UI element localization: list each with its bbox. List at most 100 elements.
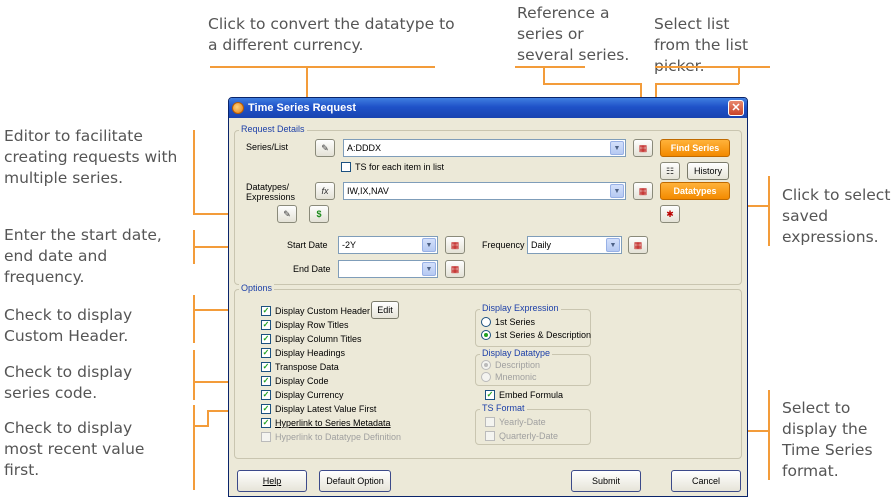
currency-button[interactable]: $ [309, 205, 329, 223]
datatype-reference-button[interactable]: ▦ [633, 182, 653, 200]
expr-1st-series-radio[interactable]: 1st Series [481, 317, 535, 327]
display-column-titles-checkbox[interactable]: ✓ Display Column Titles [261, 334, 362, 344]
radio-circle [481, 360, 491, 370]
display-row-titles-checkbox[interactable]: ✓ Display Row Titles [261, 320, 349, 330]
leader-line [193, 405, 195, 490]
chevron-down-icon[interactable]: ▼ [422, 262, 436, 276]
leader-line [543, 66, 545, 84]
datatypes-combo[interactable]: IW,IX,NAV ▼ [343, 182, 626, 200]
options-label: Options [239, 283, 275, 293]
checkbox-box[interactable]: ✓ [261, 404, 271, 414]
option-label: Embed Formula [499, 390, 564, 400]
radio-label: 1st Series [495, 317, 536, 327]
checkbox-box[interactable]: ✓ [261, 334, 271, 344]
callout-convert-currency: Click to convert the datatype to a diffe… [208, 15, 455, 54]
end-date-picker-button[interactable]: ▦ [445, 260, 465, 278]
leader-line [768, 390, 770, 480]
leader-line [655, 83, 739, 85]
chevron-down-icon[interactable]: ▼ [610, 184, 624, 198]
leader-line [515, 66, 585, 68]
time-series-dialog: Time Series Request ✕ Request Details Se… [228, 97, 748, 497]
option-label: Display Headings [275, 348, 346, 358]
frequency-value: Daily [531, 240, 552, 250]
series-editor-button[interactable]: ✎ [315, 139, 335, 157]
start-date-combo[interactable]: -2Y ▼ [338, 236, 438, 254]
radio-circle [481, 372, 491, 382]
hyperlink-series-metadata-checkbox[interactable]: ✓ Hyperlink to Series Metadata [261, 418, 391, 428]
checkbox-box[interactable]: ✓ [261, 418, 271, 428]
dialog-title: Time Series Request [248, 102, 357, 114]
default-option-button[interactable]: Default Option [319, 470, 391, 492]
datatypes-button[interactable]: Datatypes [660, 182, 730, 200]
help-button[interactable]: Help [237, 470, 307, 492]
display-headings-checkbox[interactable]: ✓ Display Headings [261, 348, 345, 358]
option-label: Yearly-Date [499, 417, 546, 427]
embed-formula-checkbox[interactable]: ✓ Embed Formula [485, 390, 563, 400]
fx-button[interactable]: fx [315, 182, 335, 200]
display-expression-label: Display Expression [480, 303, 561, 313]
callout-reference-series: Reference a series or several series. [517, 4, 630, 64]
leader-line [768, 176, 770, 246]
expr-1st-series-desc-radio[interactable]: 1st Series & Description [481, 330, 591, 340]
checkbox-box[interactable]: ✓ [261, 306, 271, 316]
checkbox-box[interactable]: ✓ [261, 362, 271, 372]
ts-each-item-checkbox[interactable]: TS for each item in list [341, 162, 444, 172]
display-code-checkbox[interactable]: ✓ Display Code [261, 376, 329, 386]
radio-circle[interactable] [481, 317, 491, 327]
checkbox-box[interactable]: ✓ [485, 390, 495, 400]
leader-line [193, 425, 207, 427]
display-custom-header-checkbox[interactable]: ✓ Display Custom Header [261, 306, 370, 316]
checkbox-box[interactable]: ✓ [261, 390, 271, 400]
checkbox-box[interactable]: ✓ [261, 376, 271, 386]
end-date-label: End Date [293, 264, 331, 274]
series-combo[interactable]: A:DDDX ▼ [343, 139, 626, 157]
chevron-down-icon[interactable]: ▼ [610, 141, 624, 155]
radio-circle[interactable] [481, 330, 491, 340]
option-label: Display Column Titles [275, 334, 362, 344]
leader-line [738, 66, 740, 84]
display-latest-value-first-checkbox[interactable]: ✓ Display Latest Value First [261, 404, 376, 414]
frequency-combo[interactable]: Daily ▼ [527, 236, 622, 254]
chevron-down-icon[interactable]: ▼ [422, 238, 436, 252]
option-label: Quarterly-Date [499, 431, 559, 441]
series-value: A:DDDX [347, 143, 382, 153]
leader-line [193, 295, 195, 343]
start-date-value: -2Y [342, 240, 357, 250]
radio-label: Description [495, 360, 541, 370]
chevron-down-icon[interactable]: ▼ [606, 238, 620, 252]
end-date-combo[interactable]: ▼ [338, 260, 438, 278]
reference-series-button[interactable]: ▦ [633, 139, 653, 157]
display-expression-group: Display Expression [475, 303, 591, 347]
transpose-data-checkbox[interactable]: ✓ Transpose Data [261, 362, 339, 372]
multi-series-editor-button[interactable]: ✎ [277, 205, 297, 223]
close-button[interactable]: ✕ [728, 100, 744, 116]
leader-line [543, 83, 641, 85]
checkbox-box[interactable] [341, 162, 351, 172]
hyperlink-datatype-definition-checkbox: Hyperlink to Datatype Definition [261, 432, 401, 442]
dt-mnemonic-radio: Mnemonic [481, 372, 537, 382]
checkbox-box[interactable]: ✓ [261, 320, 271, 330]
frequency-label: Frequency [482, 240, 525, 250]
callout-editor-multiple: Editor to facilitate creating requests w… [4, 127, 178, 187]
submit-button[interactable]: Submit [571, 470, 641, 492]
request-details-label: Request Details [239, 124, 307, 134]
history-button[interactable]: History [687, 162, 729, 180]
callout-custom-header: Check to display Custom Header. [4, 306, 133, 345]
display-currency-checkbox[interactable]: ✓ Display Currency [261, 390, 344, 400]
callout-series-code: Check to display series code. [4, 363, 133, 402]
option-label: Display Code [275, 376, 329, 386]
find-series-button[interactable]: Find Series [660, 139, 730, 157]
start-date-picker-button[interactable]: ▦ [445, 236, 465, 254]
option-label: Hyperlink to Datatype Definition [275, 432, 402, 442]
frequency-picker-button[interactable]: ▦ [628, 236, 648, 254]
checkbox-box[interactable]: ✓ [261, 348, 271, 358]
radio-label: 1st Series & Description [495, 330, 592, 340]
leader-line [193, 350, 195, 400]
list-picker-button[interactable]: ☷ [660, 162, 680, 180]
cancel-button[interactable]: Cancel [671, 470, 741, 492]
edit-header-button[interactable]: Edit [371, 301, 399, 319]
datatypes-value: IW,IX,NAV [347, 186, 389, 196]
saved-expressions-button[interactable]: ✱ [660, 205, 680, 223]
titlebar: Time Series Request [229, 98, 747, 118]
checkbox-box [261, 432, 271, 442]
